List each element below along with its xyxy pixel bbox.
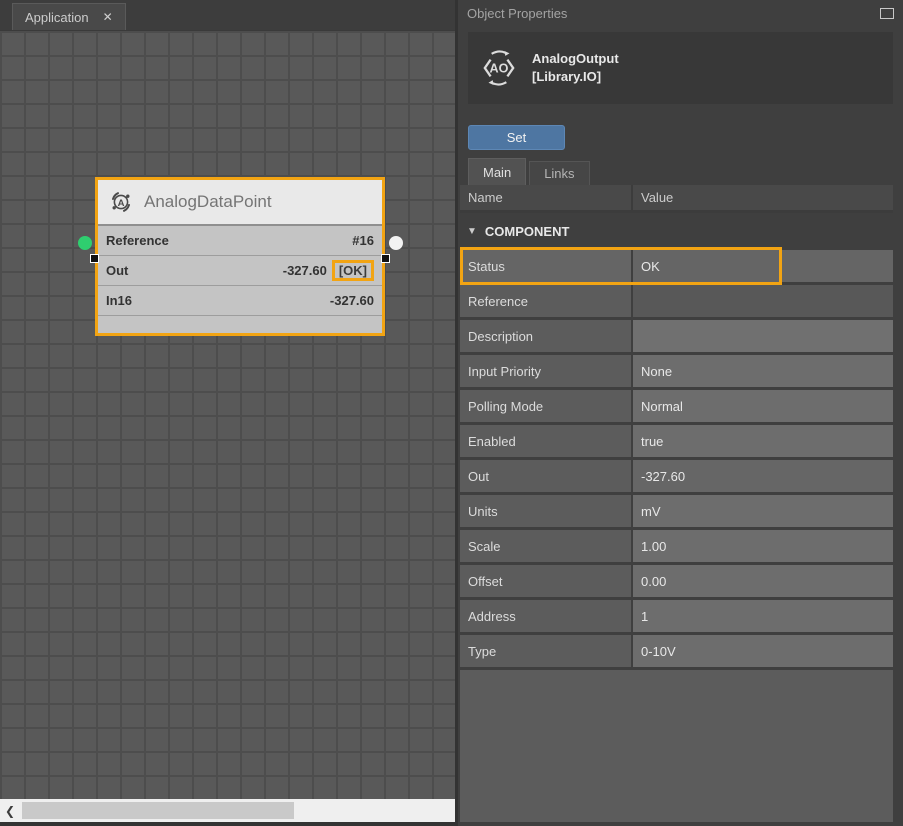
table-row-out[interactable]: Out -327.60 [460, 460, 893, 492]
svg-text:A: A [118, 198, 125, 209]
panel-titlebar: Object Properties [458, 0, 903, 26]
analog-datapoint-node[interactable]: A AnalogDataPoint Reference #16 Out - [95, 177, 385, 336]
panel-tabs: Main Links [468, 158, 903, 185]
horizontal-scrollbar[interactable]: ❮ [0, 799, 455, 822]
tab-main[interactable]: Main [468, 158, 526, 185]
table-row-reference[interactable]: Reference [460, 285, 893, 317]
table-row-polling-mode[interactable]: Polling Mode Normal [460, 390, 893, 422]
table-empty-area [460, 670, 893, 822]
slot-name: In16 [106, 293, 132, 308]
svg-text:AO: AO [490, 62, 509, 76]
node-header: A AnalogDataPoint [98, 180, 382, 226]
dock-window-icon[interactable] [880, 8, 894, 19]
application-window: Application ✕ A AnalogDataPoint [0, 0, 903, 826]
slot-name: Out [106, 263, 128, 278]
object-properties-panel: Object Properties AO AnalogOutput [Libra… [458, 0, 903, 826]
slot-value: -327.60 [283, 263, 327, 278]
table-row-input-priority[interactable]: Input Priority None [460, 355, 893, 387]
white-port-icon[interactable] [389, 236, 403, 250]
table-row-units[interactable]: Units mV [460, 495, 893, 527]
scrollbar-thumb[interactable] [22, 802, 294, 819]
group-label: COMPONENT [485, 224, 570, 239]
green-port-icon[interactable] [78, 236, 92, 250]
slot-value: -327.60 [330, 293, 374, 308]
slot-name: Reference [106, 233, 169, 248]
table-row-enabled[interactable]: Enabled true [460, 425, 893, 457]
table-row-offset[interactable]: Offset 0.00 [460, 565, 893, 597]
selection-handle-left[interactable] [90, 254, 99, 263]
tab-application[interactable]: Application ✕ [12, 3, 126, 30]
node-slot-reference[interactable]: Reference #16 [98, 226, 382, 256]
set-button[interactable]: Set [468, 125, 565, 150]
column-header-value: Value [633, 190, 673, 205]
wiresheet-region: Application ✕ A AnalogDataPoint [0, 0, 455, 826]
analog-node-icon: A [108, 189, 134, 215]
table-header: Name Value [460, 185, 893, 213]
node-slot-empty [98, 316, 382, 333]
property-table: Name Value ▼ COMPONENT Status OK Referen… [460, 185, 893, 826]
wiresheet-canvas[interactable]: A AnalogDataPoint Reference #16 Out - [0, 30, 455, 799]
panel-title: Object Properties [467, 6, 880, 21]
object-header: AO AnalogOutput [Library.IO] [468, 32, 893, 104]
close-icon[interactable]: ✕ [103, 10, 113, 24]
table-row-status[interactable]: Status OK [460, 250, 893, 282]
column-header-name: Name [460, 185, 633, 210]
document-tab-bar: Application ✕ [0, 0, 455, 30]
node-slot-in16[interactable]: In16 -327.60 [98, 286, 382, 316]
table-row-address[interactable]: Address 1 [460, 600, 893, 632]
highlight-box-ok: [OK] [332, 260, 374, 281]
group-row-component[interactable]: ▼ COMPONENT [460, 213, 893, 250]
node-slot-out[interactable]: Out -327.60 [OK] [98, 256, 382, 286]
tab-label: Application [25, 10, 89, 25]
slot-value: #16 [352, 233, 374, 248]
tab-links[interactable]: Links [529, 161, 589, 185]
object-name: AnalogOutput [532, 50, 619, 68]
table-row-scale[interactable]: Scale 1.00 [460, 530, 893, 562]
table-row-type[interactable]: Type 0-10V [460, 635, 893, 667]
analog-output-icon: AO [478, 47, 520, 89]
table-row-description[interactable]: Description [460, 320, 893, 352]
selection-handle-right[interactable] [381, 254, 390, 263]
node-title: AnalogDataPoint [144, 192, 272, 212]
scroll-left-arrow-icon[interactable]: ❮ [0, 799, 20, 822]
object-library: [Library.IO] [532, 68, 619, 86]
chevron-down-icon[interactable]: ▼ [467, 226, 477, 237]
